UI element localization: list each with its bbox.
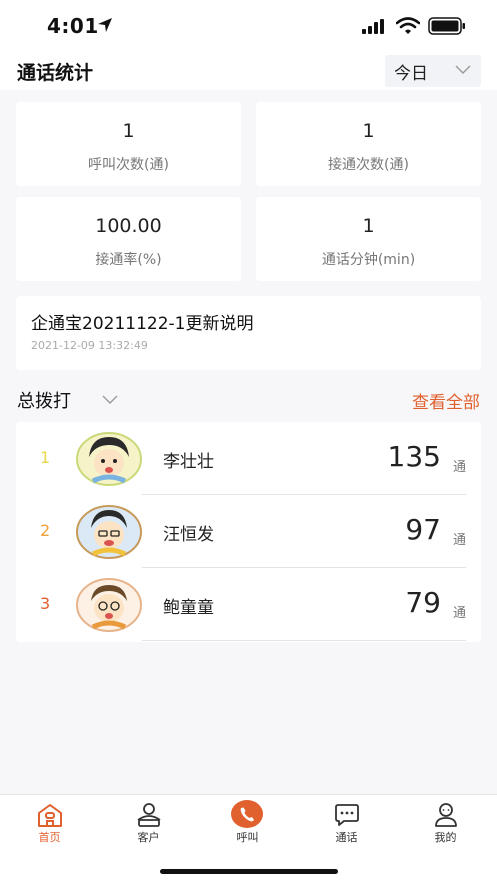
avatar	[76, 432, 142, 486]
ranking-row[interactable]: 3 鲍童童 79 通	[16, 568, 481, 641]
phone-call-icon	[231, 800, 263, 828]
chevron-down-icon	[455, 65, 471, 74]
chat-icon	[335, 804, 359, 826]
status-bar: 4:01	[0, 0, 497, 52]
tab-customer[interactable]: 客户	[99, 795, 198, 851]
stat-value: 1	[122, 120, 135, 142]
stat-card-connect-rate: 100.00 接通率(%)	[16, 197, 241, 281]
date-filter-label: 今日	[394, 64, 428, 84]
tab-home[interactable]: 首页	[0, 795, 99, 851]
battery-icon	[428, 17, 465, 35]
stat-card-calls: 1 呼叫次数(通)	[16, 102, 241, 186]
customer-icon	[137, 803, 161, 827]
rank-count-unit: 通	[452, 460, 466, 475]
rank-name: 汪恒发	[163, 525, 214, 545]
avatar	[76, 505, 142, 559]
chevron-down-icon[interactable]	[102, 395, 118, 405]
stat-label: 接通次数(通)	[328, 157, 409, 173]
home-icon	[38, 804, 62, 827]
ranking-header: 总拨打 查看全部	[0, 384, 497, 416]
tab-label: 我的	[434, 831, 457, 844]
tab-call[interactable]: 呼叫	[198, 795, 297, 851]
stat-card-minutes: 1 通话分钟(min)	[256, 197, 481, 281]
rank-call-count: 79	[405, 586, 441, 619]
rank-call-count: 135	[387, 440, 441, 473]
tab-label: 首页	[38, 831, 61, 844]
row-divider	[142, 640, 466, 641]
stat-label: 接通率(%)	[95, 252, 162, 268]
rank-name: 李壮壮	[163, 452, 214, 472]
rank-number: 2	[40, 521, 51, 540]
rank-count-unit: 通	[452, 606, 466, 621]
stat-value: 100.00	[95, 215, 162, 237]
rank-name: 鲍童童	[163, 598, 214, 618]
rank-number: 3	[40, 594, 51, 613]
page-header: 通话统计 今日	[0, 52, 497, 90]
location-arrow-icon	[98, 18, 112, 32]
stat-label: 呼叫次数(通)	[88, 157, 169, 173]
view-all-link[interactable]: 查看全部	[412, 388, 480, 413]
home-indicator	[160, 869, 338, 874]
rank-count-unit: 通	[452, 533, 466, 548]
tab-label: 客户	[137, 831, 160, 844]
notice-timestamp: 2021-12-09 13:32:49	[31, 339, 148, 352]
tab-label: 呼叫	[236, 831, 259, 844]
cellular-signal-icon	[362, 19, 384, 34]
stat-value: 1	[362, 215, 375, 237]
rank-call-count: 97	[405, 513, 441, 546]
ranking-filter-select[interactable]: 总拨打	[17, 387, 71, 413]
ranking-row[interactable]: 1 李壮壮 135 通	[16, 422, 481, 495]
wifi-icon	[396, 17, 420, 34]
tab-profile[interactable]: 我的	[396, 795, 495, 851]
ranking-list: 1 李壮壮 135 通 2 汪恒发 97 通 3 鲍童童 79 通	[16, 422, 481, 642]
stat-label: 通话分钟(min)	[321, 252, 416, 268]
date-filter-select[interactable]: 今日	[385, 55, 481, 87]
tab-conversation[interactable]: 通话	[297, 795, 396, 851]
update-notice-card[interactable]: 企通宝20211122-1更新说明 2021-12-09 13:32:49	[16, 296, 481, 370]
notice-title: 企通宝20211122-1更新说明	[31, 314, 254, 334]
page-title: 通话统计	[17, 62, 94, 84]
stat-value: 1	[362, 120, 375, 142]
status-time: 4:01	[47, 14, 99, 38]
avatar	[76, 578, 142, 632]
ranking-row[interactable]: 2 汪恒发 97 通	[16, 495, 481, 568]
stat-card-connected: 1 接通次数(通)	[256, 102, 481, 186]
tab-label: 通话	[335, 831, 358, 844]
rank-number: 1	[40, 448, 51, 467]
profile-icon	[435, 803, 457, 827]
